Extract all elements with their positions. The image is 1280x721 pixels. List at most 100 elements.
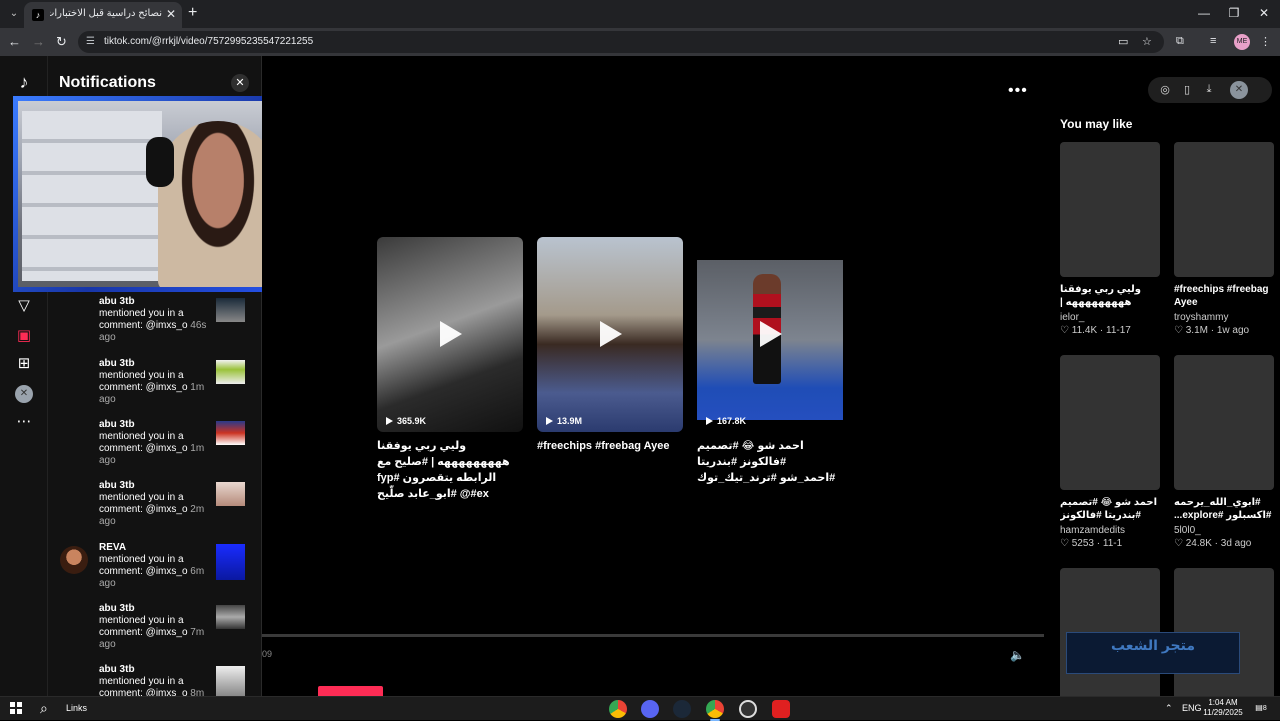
video-thumbnail[interactable]: 167.8K	[697, 237, 843, 432]
forward-icon[interactable]: →	[32, 34, 45, 49]
video-thumbnail[interactable]	[216, 605, 245, 629]
notification-item[interactable]: abu 3tb mentioned you in a comment: @imx…	[48, 603, 261, 661]
play-count-icon	[706, 417, 713, 425]
heart-icon: ♡	[1174, 538, 1186, 549]
chrome-active-icon[interactable]	[706, 700, 724, 721]
new-tab-icon[interactable]: +	[188, 4, 197, 22]
cast-icon[interactable]: ▭	[1118, 35, 1128, 48]
video-card[interactable]: 365.9K وليي ربي يوفقنا هههههههههه | #صلي…	[377, 237, 523, 502]
tab-search-icon[interactable]: ⌄	[6, 6, 22, 22]
device-icon[interactable]: ▯	[1180, 83, 1194, 96]
notification-message: mentioned you in a comment: @imxs_o 1m a…	[99, 370, 205, 405]
send-icon[interactable]: ▽	[12, 296, 36, 314]
video-author[interactable]: troyshammy	[1174, 312, 1274, 323]
video-thumbnail[interactable]	[216, 544, 245, 580]
video-thumbnail[interactable]: 13.9M	[537, 237, 683, 432]
action-button[interactable]	[318, 686, 383, 696]
search-icon[interactable]: ⌕	[40, 700, 48, 717]
notifications-title: Notifications	[59, 74, 156, 91]
video-author[interactable]: hamzamdedits	[1060, 525, 1160, 536]
video-thumbnail[interactable]: 365.9K	[377, 237, 523, 432]
video-thumbnail[interactable]	[1060, 355, 1160, 490]
video-card[interactable]: 167.8K احمد شو 😂 #تصميم #فالكونز #بندريت…	[697, 237, 843, 486]
chrome-icon[interactable]	[609, 700, 627, 718]
obs-icon[interactable]	[739, 700, 757, 718]
you-may-like-panel: ◎ ▯ ⤓ ✕ You may like وليي ربي يوفقنا ههه…	[1044, 56, 1280, 703]
notification-item[interactable]: abu 3tb mentioned you in a comment: @imx…	[48, 664, 261, 696]
play-icon[interactable]	[760, 321, 782, 347]
speed-icon[interactable]: ◎	[1158, 83, 1172, 96]
profile-avatar[interactable]: ME	[1234, 34, 1250, 50]
play-icon[interactable]	[600, 321, 622, 347]
notification-center-icon[interactable]: ▤8	[1253, 701, 1269, 715]
steam-icon[interactable]	[673, 700, 691, 718]
video-thumbnail[interactable]	[216, 360, 245, 384]
start-icon[interactable]	[10, 702, 22, 714]
recommended-video[interactable]: وليي ربي يوفقنا هههههههههه | #صليح #ابو_…	[1060, 142, 1160, 336]
headphones	[146, 137, 174, 187]
tiktok-logo-icon[interactable]: ♪	[12, 72, 36, 93]
back-icon[interactable]: ←	[8, 34, 21, 49]
window-close-icon[interactable]: ✕	[1254, 6, 1274, 20]
profile-avatar-icon[interactable]: ✕	[15, 385, 33, 403]
video-thumbnail[interactable]	[1174, 142, 1274, 277]
language-indicator[interactable]: ENG	[1182, 703, 1202, 713]
video-app-icon[interactable]	[772, 700, 790, 718]
restore-icon[interactable]: ❐	[1224, 6, 1244, 20]
video-progress-bar[interactable]	[262, 634, 1044, 637]
recommended-video[interactable]: #ابوي_الله_يرحمه #اكسبلور #explore... 5l…	[1174, 355, 1274, 549]
close-player-icon[interactable]: ✕	[1230, 81, 1248, 99]
notification-user: abu 3tb	[99, 480, 135, 491]
video-thumbnail[interactable]	[216, 298, 245, 322]
windows-taskbar: ⌕ Links ⌃ ENG 1:04 AM 11/29/2025 ▤8	[0, 696, 1280, 721]
video-caption[interactable]: #freechips #freebag Ayee	[537, 438, 683, 454]
discord-icon[interactable]	[641, 700, 659, 718]
notification-item[interactable]: abu 3tb mentioned you in a comment: @imx…	[48, 358, 261, 416]
tab-close-icon[interactable]: ✕	[166, 7, 176, 21]
video-thumbnail[interactable]	[1060, 142, 1160, 277]
address-bar[interactable]: ☰ tiktok.com/@rrkjl/video/75729952355472…	[78, 31, 1164, 53]
minimize-icon[interactable]: —	[1194, 6, 1214, 20]
notification-item[interactable]: abu 3tb mentioned you in a comment: @imx…	[48, 419, 261, 477]
volume-icon[interactable]: 🔈	[1010, 648, 1025, 662]
more-icon[interactable]: ⋯	[12, 412, 36, 430]
video-author[interactable]: 5l0l0_	[1174, 525, 1274, 536]
site-info-icon[interactable]: ☰	[86, 36, 95, 47]
streamer	[158, 121, 278, 287]
tray-chevron-icon[interactable]: ⌃	[1165, 703, 1173, 714]
download-icon[interactable]: ⤓	[1202, 83, 1216, 96]
browser-tab[interactable]: ♪ نصائح دراسية قبل الاختبارات النهائية ✕	[24, 2, 182, 28]
search-label[interactable]: Links	[66, 703, 87, 713]
video-caption[interactable]: احمد شو 😂 #تصميم #فالكونز #بندريتا #احمد…	[697, 438, 843, 486]
notification-item[interactable]: REVA mentioned you in a comment: @imxs_o…	[48, 542, 261, 600]
notification-item[interactable]: abu 3tb mentioned you in a comment: @imx…	[48, 480, 261, 538]
play-icon[interactable]	[440, 321, 462, 347]
notification-user: REVA	[99, 542, 127, 553]
bookmark-star-icon[interactable]: ☆	[1142, 35, 1152, 48]
notification-message: mentioned you in a comment: @imxs_o 46s …	[99, 308, 207, 343]
recommended-video[interactable]: #freechips #freebag Ayee troyshammy ♡ 3.…	[1174, 142, 1274, 336]
url-text[interactable]: tiktok.com/@rrkjl/video/7572995235547221…	[104, 36, 313, 47]
extensions-icon[interactable]: ⧉	[1176, 35, 1184, 48]
reload-icon[interactable]: ↻	[56, 34, 67, 50]
video-thumbnail[interactable]	[216, 482, 245, 506]
inbox-icon[interactable]: ▣	[12, 326, 36, 344]
more-options-icon[interactable]: •••	[1008, 82, 1028, 100]
browser-menu-icon[interactable]: ⋮	[1260, 35, 1271, 48]
upload-icon[interactable]: ⊞	[12, 354, 36, 372]
video-thumbnail[interactable]	[216, 666, 245, 696]
avatar	[60, 423, 88, 451]
clock[interactable]: 1:04 AM 11/29/2025	[1200, 698, 1246, 718]
heart-icon: ♡	[1060, 538, 1072, 549]
video-caption[interactable]: وليي ربي يوفقنا هههههههههه | #صليح مع ال…	[377, 438, 523, 502]
recommended-video[interactable]: احمد شو 😂 #تصميم #بندريتا #فالكونز #احمد…	[1060, 355, 1160, 549]
close-notifications-icon[interactable]: ✕	[231, 74, 249, 92]
reading-list-icon[interactable]: ≡	[1210, 35, 1216, 47]
video-author[interactable]: ielor_	[1060, 312, 1160, 323]
video-card[interactable]: 13.9M #freechips #freebag Ayee	[537, 237, 683, 454]
notification-item[interactable]: abu 3tb mentioned you in a comment: @imx…	[48, 296, 261, 354]
browser-tab-bar: ⌄ ♪ نصائح دراسية قبل الاختبارات النهائية…	[0, 0, 1280, 28]
video-thumbnail[interactable]	[1174, 355, 1274, 490]
avatar	[60, 668, 88, 696]
video-thumbnail[interactable]	[216, 421, 245, 445]
